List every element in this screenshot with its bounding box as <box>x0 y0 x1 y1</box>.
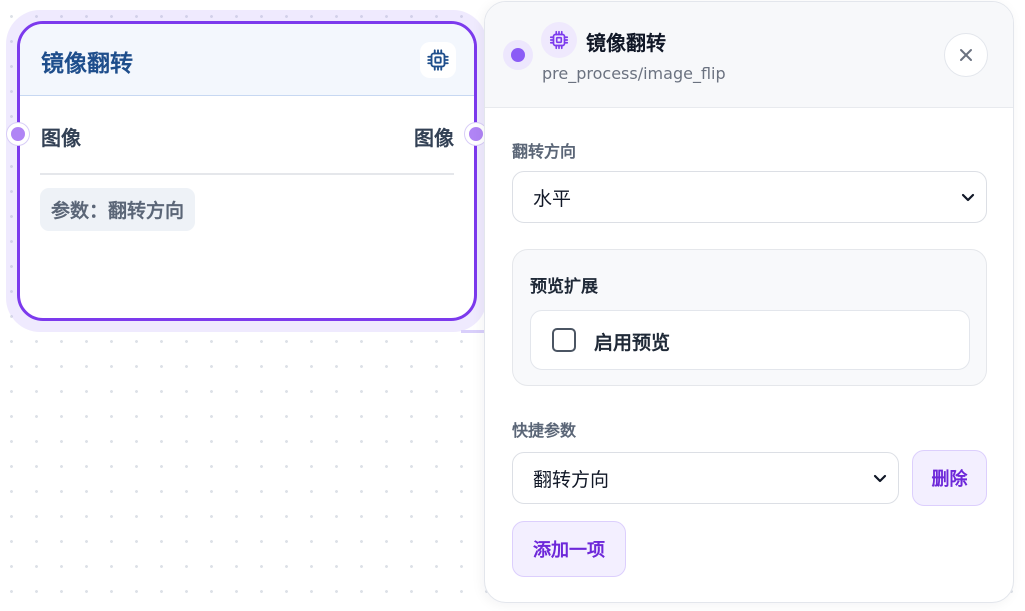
cpu-chip-icon <box>541 22 577 58</box>
enable-preview-label[interactable]: 启用预览 <box>594 328 670 355</box>
flow-node-image-flip[interactable]: 镜像翻转 图像 图像 参数：翻转方向 <box>7 21 487 321</box>
flip-direction-value: 水平 <box>533 187 572 210</box>
node-title: 镜像翻转 <box>41 51 133 77</box>
chevron-down-icon <box>873 474 887 483</box>
flip-direction-label: 翻转方向 <box>512 142 577 161</box>
panel-subtitle: pre_process/image_flip <box>542 64 726 83</box>
enable-preview-checkbox[interactable] <box>552 328 576 352</box>
quick-params-label: 快捷参数 <box>512 421 577 440</box>
node-param-chip: 参数：翻转方向 <box>40 188 196 231</box>
enable-preview-row[interactable]: 启用预览 <box>530 310 970 370</box>
node-config-panel: 镜像翻转 pre_process/image_flip 翻转方向 水平 预览扩展… <box>484 1 1014 603</box>
input-port-label: 图像 <box>41 126 81 150</box>
node-header[interactable]: 镜像翻转 <box>20 24 474 96</box>
panel-title: 镜像翻转 <box>586 31 666 55</box>
input-port-handle[interactable] <box>7 123 29 145</box>
cpu-chip-icon <box>420 42 456 78</box>
output-port-label: 图像 <box>414 126 454 150</box>
delete-button[interactable]: 删除 <box>912 450 987 506</box>
close-icon <box>960 49 972 61</box>
node-divider <box>40 173 454 175</box>
close-button[interactable] <box>944 33 988 77</box>
chevron-down-icon <box>961 193 975 202</box>
panel-header: 镜像翻转 pre_process/image_flip <box>485 2 1013 108</box>
preview-section-title: 预览扩展 <box>530 277 598 297</box>
status-dot-icon <box>503 40 533 70</box>
flip-direction-select[interactable]: 水平 <box>512 171 987 223</box>
quick-param-value: 翻转方向 <box>533 468 610 491</box>
add-item-button[interactable]: 添加一项 <box>512 521 626 577</box>
preview-extension-section: 预览扩展 启用预览 <box>512 249 987 386</box>
quick-param-select[interactable]: 翻转方向 <box>512 452 899 504</box>
